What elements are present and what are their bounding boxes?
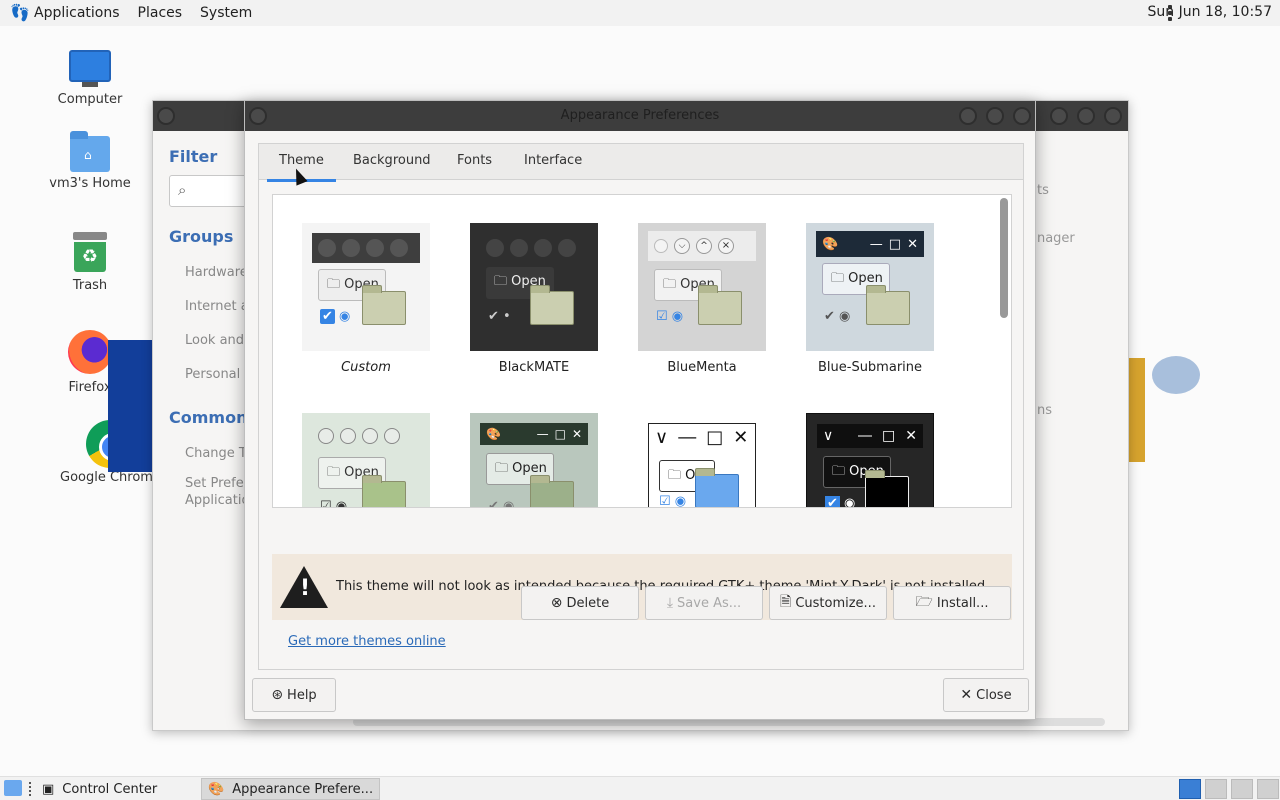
taskbar-item-appearance[interactable]: 🎨 Appearance Prefere... bbox=[201, 778, 381, 800]
filter-heading: Filter bbox=[169, 147, 218, 166]
group-item[interactable]: Look and bbox=[185, 333, 244, 348]
appearance-preferences-dialog[interactable]: Appearance Preferences Theme Background … bbox=[244, 100, 1036, 720]
theme-list-scrollbar[interactable] bbox=[1000, 198, 1008, 318]
delete-icon: ⊗ bbox=[550, 595, 563, 611]
folder-icon bbox=[866, 285, 910, 325]
theme-name-blackmate: BlackMATE bbox=[498, 360, 570, 375]
close-button[interactable]: ✕ Close bbox=[943, 678, 1029, 712]
minimize-icon[interactable] bbox=[959, 107, 977, 125]
search-icon: ⌕ bbox=[178, 181, 187, 199]
customize-button[interactable]: 🗎 Customize... bbox=[769, 586, 887, 620]
theme-name-blue-submarine: Blue-Submarine bbox=[817, 360, 923, 375]
minimize-icon[interactable] bbox=[1050, 107, 1068, 125]
dialog-title: Appearance Preferences bbox=[560, 108, 720, 123]
theme-thumbnail-8[interactable]: ∨―□✕ 🗀 Open ✔ ◉ bbox=[806, 413, 934, 507]
maximize-icon[interactable] bbox=[1077, 107, 1095, 125]
theme-thumbnail-bluementa[interactable]: ⌵ ^ × 🗀 Open ☑ ◉ bbox=[638, 223, 766, 351]
desktop-icon-home[interactable]: ⌂ vm3's Home bbox=[40, 131, 140, 191]
background-window-fragment bbox=[1129, 358, 1145, 462]
group-item[interactable]: Hardware bbox=[185, 265, 248, 280]
tab-fonts[interactable]: Fonts bbox=[457, 153, 492, 168]
desktop-icon-label: Computer bbox=[57, 92, 123, 107]
close-icon: ✕ bbox=[960, 687, 973, 703]
group-item[interactable]: Internet a bbox=[185, 299, 249, 314]
folder-icon bbox=[362, 475, 406, 507]
desktop-icon-label: Trash bbox=[72, 278, 108, 293]
desktop-icon-computer[interactable]: Computer bbox=[40, 50, 140, 107]
theme-thumbnail-blue-submarine[interactable]: 🎨 — □ ✕ 🗀 Open ✔ ◉ bbox=[806, 223, 934, 351]
folder-icon bbox=[530, 285, 574, 325]
close-icon[interactable] bbox=[1013, 107, 1031, 125]
folder-icon bbox=[362, 285, 406, 325]
dialog-titlebar[interactable]: Appearance Preferences bbox=[245, 101, 1035, 131]
show-desktop-icon[interactable] bbox=[4, 780, 22, 796]
theme-thumbnail-6[interactable]: 🎨 — □ ✕ 🗀 Open ✔ ◉ bbox=[470, 413, 598, 507]
close-icon[interactable] bbox=[1104, 107, 1122, 125]
control-center-item-fragment[interactable]: ts bbox=[1037, 183, 1049, 198]
delete-button[interactable]: ⊗ Delete bbox=[521, 586, 639, 620]
workspace-4[interactable] bbox=[1257, 779, 1279, 799]
computer-icon bbox=[69, 50, 111, 88]
firefox-icon bbox=[68, 330, 112, 374]
folder-icon bbox=[698, 285, 742, 325]
menu-system[interactable]: System bbox=[200, 5, 252, 21]
control-center-icon: ▣ bbox=[42, 781, 55, 797]
help-button[interactable]: ⊛ Help bbox=[252, 678, 336, 712]
folder-icon bbox=[695, 468, 739, 507]
preferences-notebook: Theme Background Fonts Interface 🗀 Open … bbox=[258, 143, 1024, 670]
folder-icon bbox=[865, 470, 909, 507]
desktop-icon-trash[interactable]: ♻ Trash bbox=[40, 232, 140, 293]
common-item[interactable]: Applicatio bbox=[185, 493, 249, 508]
appearance-icon: 🎨 bbox=[208, 781, 225, 797]
workspace-1[interactable] bbox=[1179, 779, 1201, 799]
common-item[interactable]: Set Prefer bbox=[185, 476, 249, 491]
taskbar-item-label: Appearance Prefere... bbox=[232, 781, 374, 797]
get-more-themes-link[interactable]: Get more themes online bbox=[288, 634, 446, 649]
theme-thumbnail-7[interactable]: ∨―□✕ 🗀 Open ☑ ◉ bbox=[648, 423, 756, 507]
background-window-fragment bbox=[108, 340, 152, 472]
menu-places[interactable]: Places bbox=[138, 5, 183, 21]
document-icon: 🗎 bbox=[780, 594, 792, 610]
workspace-3[interactable] bbox=[1231, 779, 1253, 799]
tab-interface[interactable]: Interface bbox=[524, 153, 582, 168]
group-item[interactable]: Personal bbox=[185, 367, 240, 382]
window-menu-icon[interactable] bbox=[157, 107, 175, 125]
taskbar-item-control-center[interactable]: ▣ Control Center bbox=[36, 778, 163, 800]
bottom-panel: ▣ Control Center 🎨 Appearance Prefere... bbox=[0, 776, 1280, 800]
tab-background[interactable]: Background bbox=[353, 153, 431, 168]
theme-thumbnail-custom[interactable]: 🗀 Open ✔ ◉ bbox=[302, 223, 430, 351]
menu-applications[interactable]: Applications bbox=[34, 5, 120, 21]
save-as-button[interactable]: ⤓ Save As... bbox=[645, 586, 763, 620]
theme-name-bluementa: BlueMenta bbox=[667, 360, 737, 375]
trash-icon: ♻ bbox=[73, 232, 107, 272]
help-icon: ⊛ bbox=[271, 687, 284, 703]
top-panel: 👣 Applications Places System Sun Jun 18,… bbox=[0, 0, 1280, 26]
folder-open-icon: 🗁 bbox=[915, 594, 933, 610]
control-center-item-fragment[interactable]: ns bbox=[1037, 403, 1052, 418]
tab-bar: Theme Background Fonts Interface bbox=[259, 144, 1023, 182]
theme-thumbnail-5[interactable]: 🗀 Open ☑ ◉ bbox=[302, 413, 430, 507]
warning-icon: ! bbox=[280, 566, 328, 608]
groups-heading: Groups bbox=[169, 227, 234, 246]
maximize-icon[interactable] bbox=[986, 107, 1004, 125]
gnome-foot-icon[interactable]: 👣 bbox=[10, 4, 30, 22]
folder-icon bbox=[530, 475, 574, 507]
theme-thumbnail-blackmate[interactable]: 🗀 Open ✔ • bbox=[470, 223, 598, 351]
desktop-icon-label: Google Chrome bbox=[60, 470, 161, 485]
taskbar-item-label: Control Center bbox=[62, 781, 158, 797]
clock[interactable]: Sun Jun 18, 10:57 bbox=[1148, 4, 1272, 20]
theme-name-custom: Custom bbox=[341, 360, 391, 375]
desktop-icon-label: vm3's Home bbox=[49, 176, 131, 191]
install-button[interactable]: 🗁 Install... bbox=[893, 586, 1011, 620]
panel-handle-icon bbox=[29, 782, 33, 796]
theme-list[interactable]: 🗀 Open ✔ ◉ Custom 🗀 Open ✔ • BlackMATE ⌵… bbox=[272, 194, 1012, 508]
background-window-fragment bbox=[1152, 356, 1200, 394]
download-icon: ⤓ bbox=[666, 595, 674, 611]
workspace-2[interactable] bbox=[1205, 779, 1227, 799]
home-folder-icon: ⌂ bbox=[70, 131, 110, 172]
